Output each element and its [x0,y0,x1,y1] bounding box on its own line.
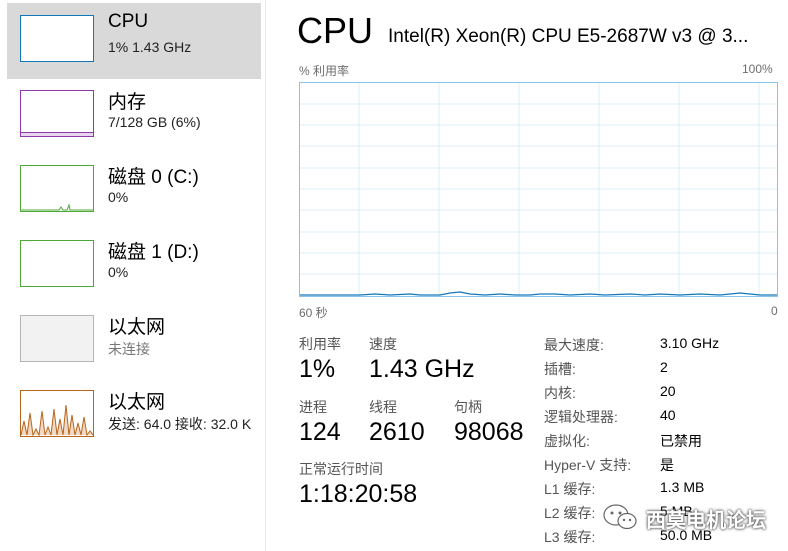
handles-value: 98068 [454,418,524,446]
spec-value-max-speed: 3.10 GHz [660,335,720,351]
sidebar-item-title: 以太网 [108,392,166,413]
utilization-value: 1% [299,355,336,383]
uptime-label: 正常运行时间 [299,461,383,477]
ethernet-off-thumbnail [20,315,94,362]
sidebar-item-cpu[interactable]: CPU 1% 1.43 GHz [7,3,261,79]
sidebar-item-ethernet-disconnected[interactable]: 以太网 未连接 [7,304,261,380]
graph-y-max-label: 100% [742,62,773,76]
uptime-value: 1:18:20:58 [299,480,418,508]
spec-value-l1-cache: 1.3 MB [660,479,705,495]
spec-value-hyperv: 是 [660,457,674,473]
spec-key-virtualization: 虚拟化: [544,433,590,449]
page-title: CPU [297,10,374,51]
spec-key-hyperv: Hyper-V 支持: [544,457,632,473]
disk-d-thumbnail [20,240,94,287]
sidebar-item-subtitle: 0% [108,264,129,280]
handles-label: 句柄 [454,399,482,415]
cpu-usage-graph [299,82,778,297]
watermark-text: 西莫电机论坛 [646,510,766,532]
cpu-detail-panel: CPU Intel(R) Xeon(R) CPU E5-2687W v3 @ 3… [266,0,788,551]
ethernet-thumbnail [20,390,94,437]
cpu-thumbnail [20,15,94,62]
spec-key-l1-cache: L1 缓存: [544,481,596,497]
sidebar: CPU 1% 1.43 GHz 内存 7/128 GB (6%) 磁盘 0 (C… [0,0,265,551]
spec-key-max-speed: 最大速度: [544,337,604,353]
wechat-logo-icon [603,504,637,530]
speed-value: 1.43 GHz [369,355,475,383]
graph-x-right-label: 0 [771,304,778,318]
spec-key-l3-cache: L3 缓存: [544,529,596,545]
memory-thumbnail [20,90,94,137]
sidebar-item-subtitle: 7/128 GB (6%) [108,114,201,130]
graph-x-left-label: 60 秒 [299,306,328,320]
disk-c-thumbnail [20,165,94,212]
spec-key-logical-processors: 逻辑处理器: [544,409,618,425]
spec-key-sockets: 插槽: [544,361,576,377]
sidebar-item-subtitle: 发送: 64.0 接收: 32.0 K [108,416,252,432]
processes-label: 进程 [299,399,327,415]
utilization-label: 利用率 [299,336,341,352]
sidebar-item-title: 内存 [108,92,147,113]
spec-value-logical-processors: 40 [660,407,676,423]
sidebar-item-subtitle: 1% 1.43 GHz [108,39,192,55]
spec-key-cores: 内核: [544,385,576,401]
sidebar-item-title: CPU [108,11,149,32]
sidebar-item-subtitle: 未连接 [108,341,150,357]
sidebar-item-ethernet[interactable]: 以太网 发送: 64.0 接收: 32.0 K [7,379,265,455]
spec-value-sockets: 2 [660,359,668,375]
sidebar-item-title: 磁盘 0 (C:) [108,167,199,188]
spec-key-l2-cache: L2 缓存: [544,505,596,521]
watermark: 西莫电机论坛 [600,500,780,534]
spec-value-virtualization: 已禁用 [660,433,702,449]
speed-label: 速度 [369,336,397,352]
sidebar-item-disk-c[interactable]: 磁盘 0 (C:) 0% [7,154,261,230]
sidebar-item-title: 以太网 [108,317,166,338]
sidebar-item-title: 磁盘 1 (D:) [108,242,199,263]
sidebar-item-memory[interactable]: 内存 7/128 GB (6%) [7,79,261,155]
sidebar-item-subtitle: 0% [108,189,129,205]
cpu-model-name: Intel(R) Xeon(R) CPU E5-2687W v3 @ 3... [388,26,749,47]
threads-value: 2610 [369,418,425,446]
sidebar-item-disk-d[interactable]: 磁盘 1 (D:) 0% [7,229,261,305]
spec-value-cores: 20 [660,383,676,399]
threads-label: 线程 [369,399,397,415]
processes-value: 124 [299,418,341,446]
graph-y-label: % 利用率 [299,64,350,78]
